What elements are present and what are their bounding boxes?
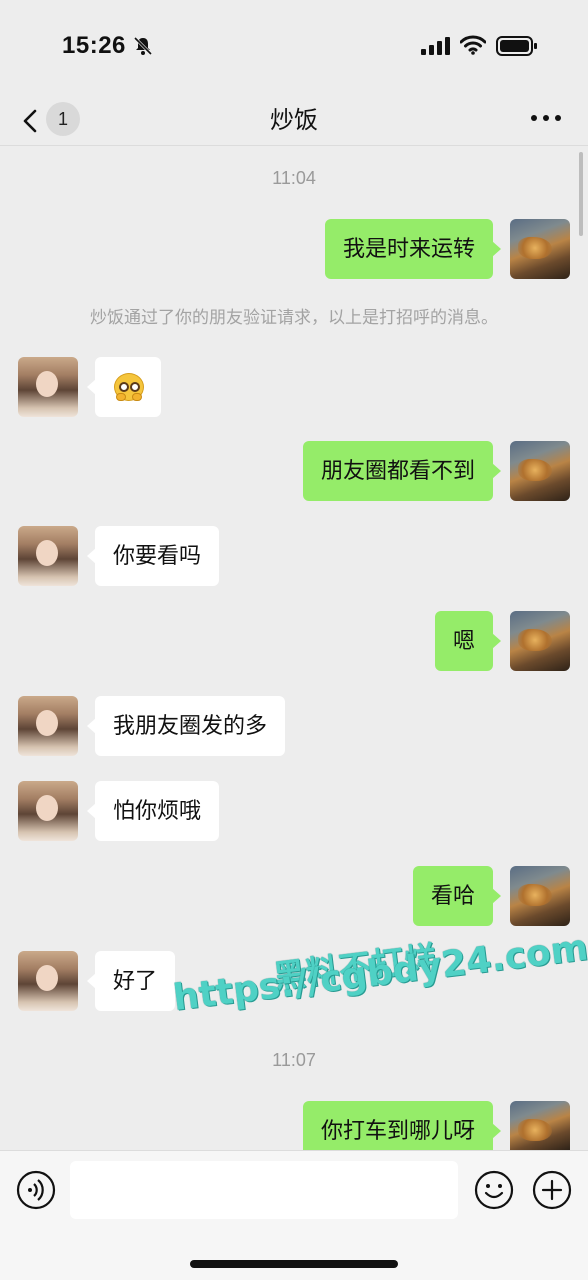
chat-title: 炒饭: [270, 107, 318, 134]
voice-icon[interactable]: [16, 1170, 56, 1210]
message-input[interactable]: [70, 1161, 458, 1219]
bell-muted-icon: [133, 36, 153, 56]
self-avatar[interactable]: [510, 441, 570, 501]
message-bubble-other[interactable]: 好了: [86, 951, 176, 1011]
chat-header: 1 炒饭: [0, 92, 588, 146]
emoji-hand: [116, 393, 126, 401]
plus-icon[interactable]: [532, 1170, 572, 1210]
system-message: 炒饭通过了你的朋友验证请求，以上是打招呼的消息。: [90, 308, 498, 327]
wifi-icon: [460, 35, 486, 55]
self-avatar[interactable]: [510, 1101, 570, 1150]
pleading-face-emoji: [114, 373, 144, 401]
message-bubble-self[interactable]: 看哈: [412, 866, 502, 926]
status-bar: 15:26: [0, 0, 588, 92]
cellular-signal-icon: [421, 37, 450, 55]
emoji-icon[interactable]: [474, 1170, 514, 1210]
message-bubble-emoji[interactable]: [87, 357, 161, 417]
self-avatar[interactable]: [510, 611, 570, 671]
contact-avatar[interactable]: [18, 526, 78, 586]
message-bubble-self[interactable]: 你打车到哪儿呀: [302, 1101, 502, 1150]
message-bubble-self[interactable]: 我是时来运转: [324, 219, 502, 279]
message-bubble-self[interactable]: 朋友圈都看不到: [302, 441, 502, 501]
emoji-eye: [119, 382, 129, 392]
more-dots-icon[interactable]: [528, 108, 564, 128]
scrollbar[interactable]: [579, 152, 583, 236]
self-avatar[interactable]: [510, 866, 570, 926]
message-bubble-other[interactable]: 怕你烦哦: [86, 781, 220, 841]
emoji-eye: [130, 382, 140, 392]
emoji-hand: [132, 393, 142, 401]
message-bubble-other[interactable]: 你要看吗: [86, 526, 220, 586]
message-bubble-other[interactable]: 我朋友圈发的多: [86, 696, 286, 756]
timestamp: 11:04: [272, 168, 316, 188]
self-avatar[interactable]: [510, 219, 570, 279]
contact-avatar[interactable]: [18, 696, 78, 756]
contact-avatar[interactable]: [18, 951, 78, 1011]
status-time: 15:26: [62, 32, 126, 59]
home-indicator[interactable]: [190, 1260, 398, 1268]
contact-avatar[interactable]: [18, 357, 78, 417]
message-bubble-self[interactable]: 嗯: [434, 611, 502, 671]
timestamp: 11:07: [272, 1050, 316, 1070]
contact-avatar[interactable]: [18, 781, 78, 841]
battery-icon: [496, 36, 537, 56]
